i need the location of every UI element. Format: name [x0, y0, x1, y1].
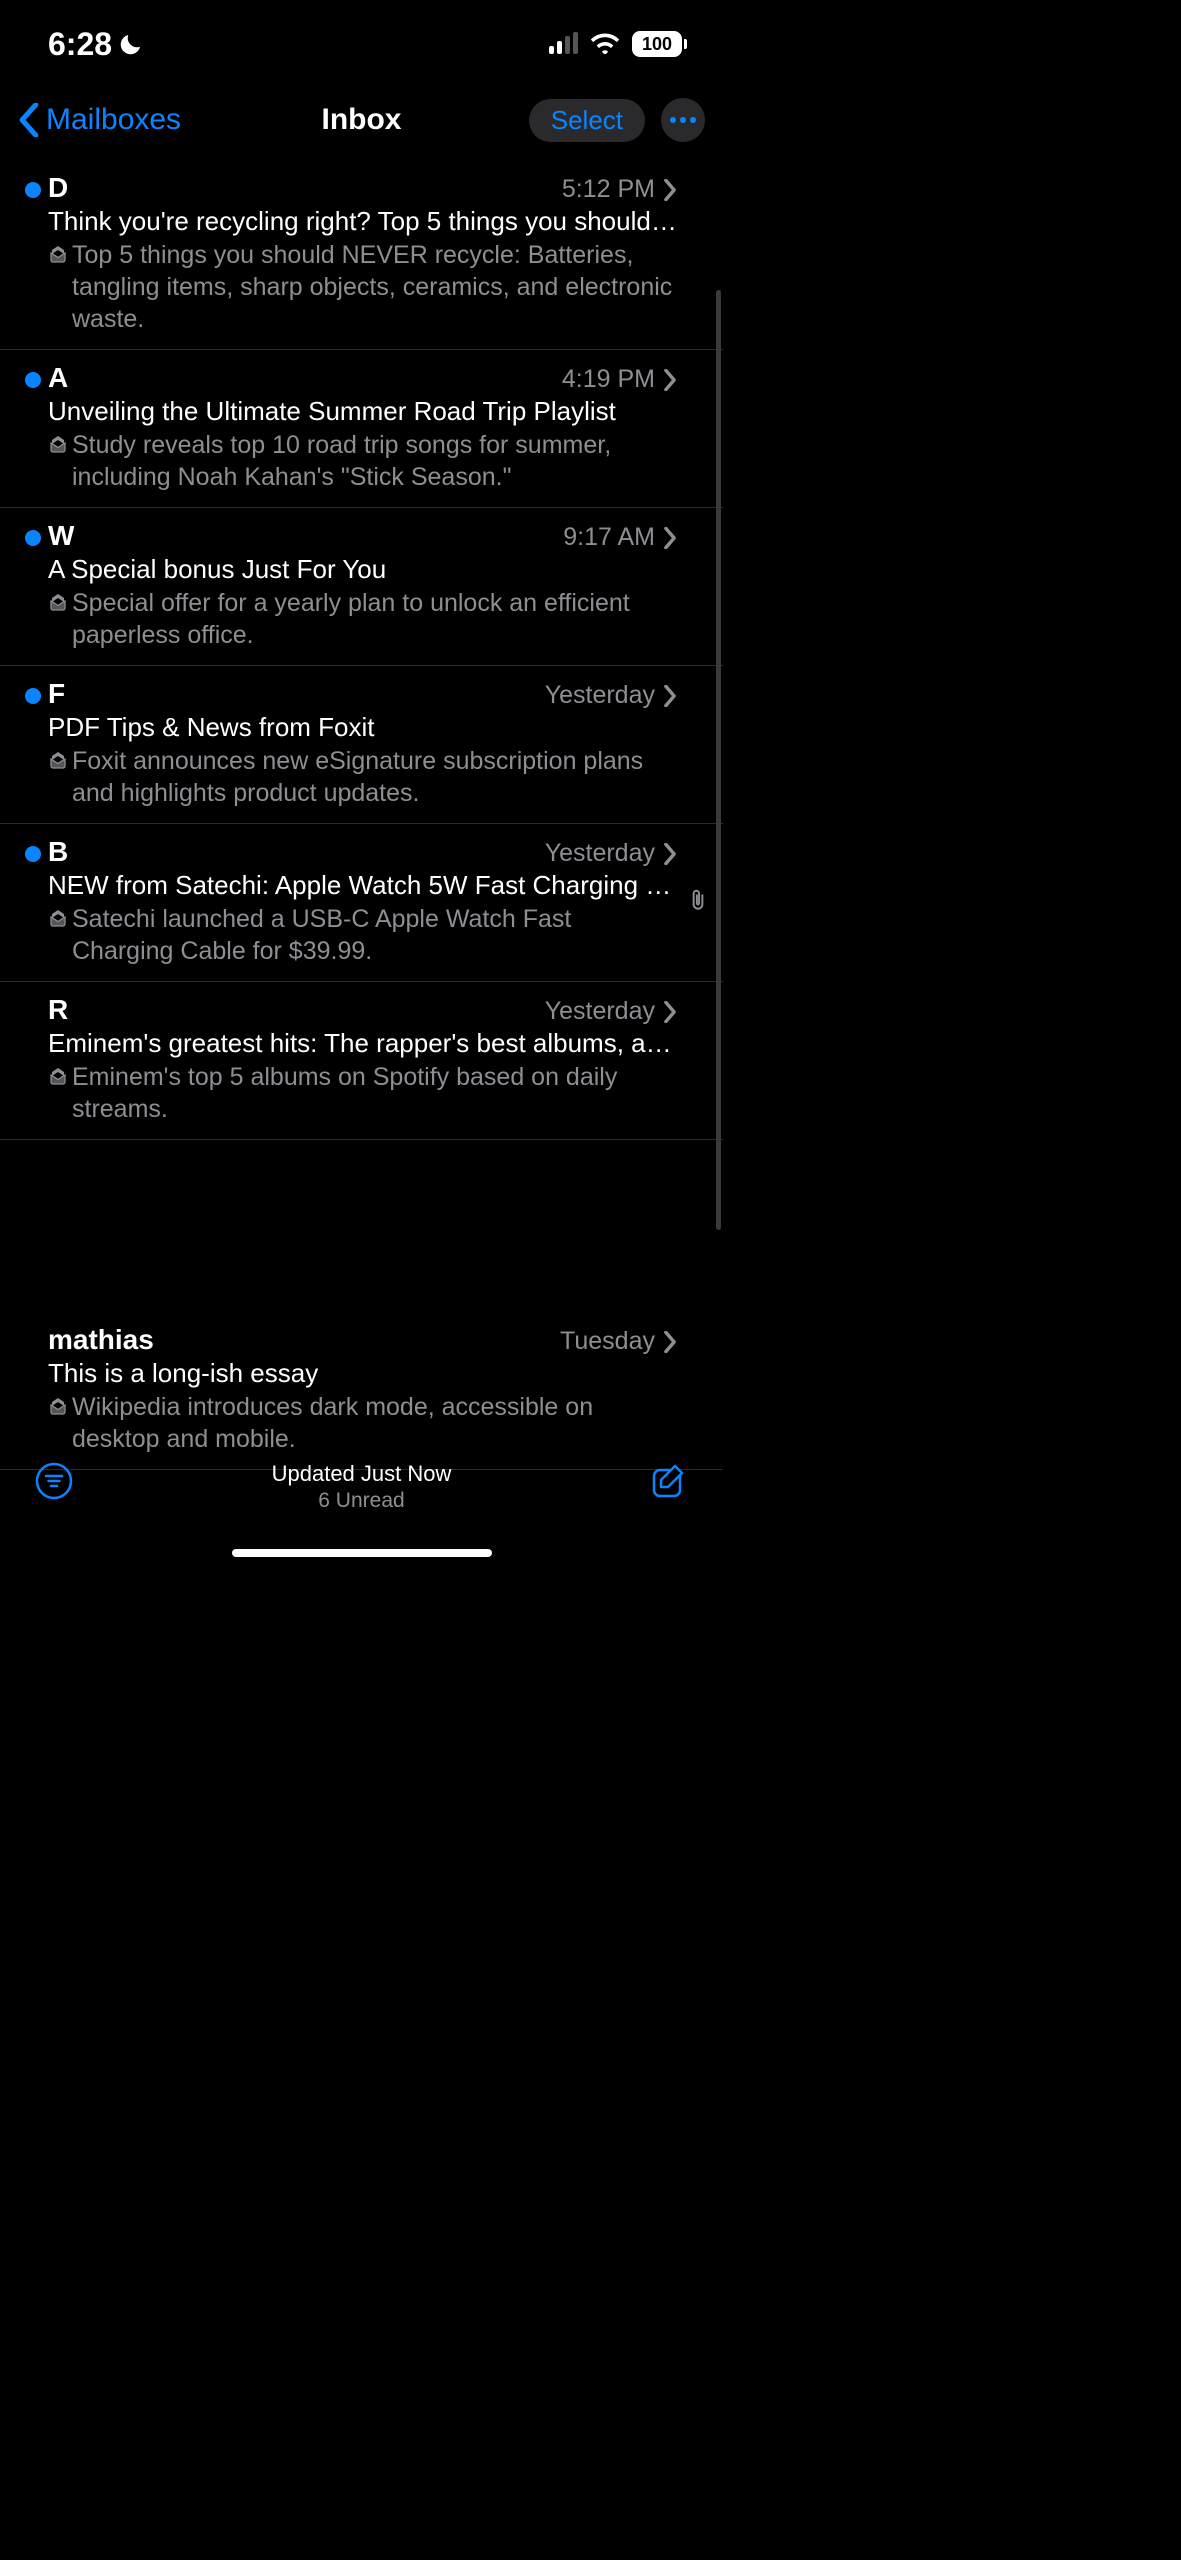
page-title: Inbox: [322, 103, 402, 137]
email-row[interactable]: D 5:12 PMThink you're recycling right? To…: [0, 160, 723, 350]
select-button[interactable]: Select: [529, 99, 645, 142]
summary-icon: [48, 435, 68, 493]
ellipsis-icon: [670, 117, 696, 123]
unread-count: 6 Unread: [272, 1489, 452, 1513]
subject: Unveiling the Ultimate Summer Road Trip …: [48, 396, 677, 427]
unread-dot: [25, 372, 41, 388]
preview-text: Special offer for a yearly plan to unloc…: [72, 587, 677, 651]
email-list: D 5:12 PMThink you're recycling right? To…: [0, 160, 723, 1470]
time-label: Tuesday: [560, 1327, 655, 1356]
status-bar: 6:28 100: [0, 0, 723, 72]
chevron-right-icon: [663, 527, 677, 549]
do-not-disturb-icon: [118, 31, 144, 57]
chevron-left-icon: [18, 103, 40, 137]
status-text: Updated Just Now 6 Unread: [272, 1461, 452, 1513]
sender: F: [48, 678, 65, 710]
cellular-signal-icon: [549, 34, 578, 54]
time-label: 9:17 AM: [563, 523, 655, 552]
back-button[interactable]: Mailboxes: [18, 103, 181, 137]
preview-text: Satechi launched a USB-C Apple Watch Fas…: [72, 903, 677, 967]
time-label: Yesterday: [545, 997, 655, 1026]
time-label: Yesterday: [545, 681, 655, 710]
chevron-right-icon: [663, 179, 677, 201]
sender: W: [48, 520, 74, 552]
subject: Eminem's greatest hits: The rapper's bes…: [48, 1028, 677, 1059]
chevron-right-icon: [663, 1331, 677, 1353]
paperclip-icon: [687, 888, 709, 917]
battery-icon: 100: [632, 31, 687, 57]
unread-dot: [25, 530, 41, 546]
sender: mathias: [48, 1324, 154, 1356]
subject: This is a long-ish essay: [48, 1358, 677, 1389]
chevron-right-icon: [663, 369, 677, 391]
chevron-right-icon: [663, 843, 677, 865]
sender: A: [48, 362, 68, 394]
status-time: 6:28: [48, 26, 112, 63]
summary-icon: [48, 909, 68, 967]
chevron-right-icon: [663, 1001, 677, 1023]
chevron-right-icon: [663, 685, 677, 707]
preview-text: Foxit announces new eSignature subscript…: [72, 745, 677, 809]
time-label: 4:19 PM: [562, 365, 655, 394]
preview-text: Eminem's top 5 albums on Spotify based o…: [72, 1061, 677, 1125]
email-row[interactable]: W 9:17 AMA Special bonus Just For YouSpec…: [0, 508, 723, 666]
compose-button[interactable]: [649, 1461, 689, 1501]
subject: PDF Tips & News from Foxit: [48, 712, 677, 743]
more-button[interactable]: [661, 98, 705, 142]
summary-icon: [48, 593, 68, 651]
sender: D: [48, 172, 68, 204]
email-row[interactable]: R YesterdayEminem's greatest hits: The ra…: [0, 982, 723, 1140]
nav-header: Mailboxes Inbox Select: [0, 72, 723, 160]
email-row[interactable]: B YesterdayNEW from Satechi: Apple Watch …: [0, 824, 723, 982]
summary-icon: [48, 751, 68, 809]
summary-icon: [48, 1067, 68, 1125]
wifi-icon: [590, 33, 620, 55]
back-label: Mailboxes: [46, 103, 181, 137]
sender: B: [48, 836, 68, 868]
subject: A Special bonus Just For You: [48, 554, 677, 585]
filter-button[interactable]: [34, 1461, 74, 1501]
unread-dot: [25, 846, 41, 862]
subject: Think you're recycling right? Top 5 thin…: [48, 206, 677, 237]
home-indicator[interactable]: [232, 1549, 492, 1557]
subject: NEW from Satechi: Apple Watch 5W Fast Ch…: [48, 870, 677, 901]
unread-dot: [25, 182, 41, 198]
scroll-indicator[interactable]: [716, 290, 721, 1230]
email-row[interactable]: F YesterdayPDF Tips & News from FoxitFoxi…: [0, 666, 723, 824]
preview-text: Study reveals top 10 road trip songs for…: [72, 429, 677, 493]
email-row[interactable]: A 4:19 PMUnveiling the Ultimate Summer Ro…: [0, 350, 723, 508]
sender: R: [48, 994, 68, 1026]
unread-dot: [25, 688, 41, 704]
summary-icon: [48, 245, 68, 335]
preview-text: Top 5 things you should NEVER recycle: B…: [72, 239, 677, 335]
time-label: Yesterday: [545, 839, 655, 868]
battery-level: 100: [632, 31, 682, 57]
updated-label: Updated Just Now: [272, 1461, 452, 1487]
time-label: 5:12 PM: [562, 175, 655, 204]
